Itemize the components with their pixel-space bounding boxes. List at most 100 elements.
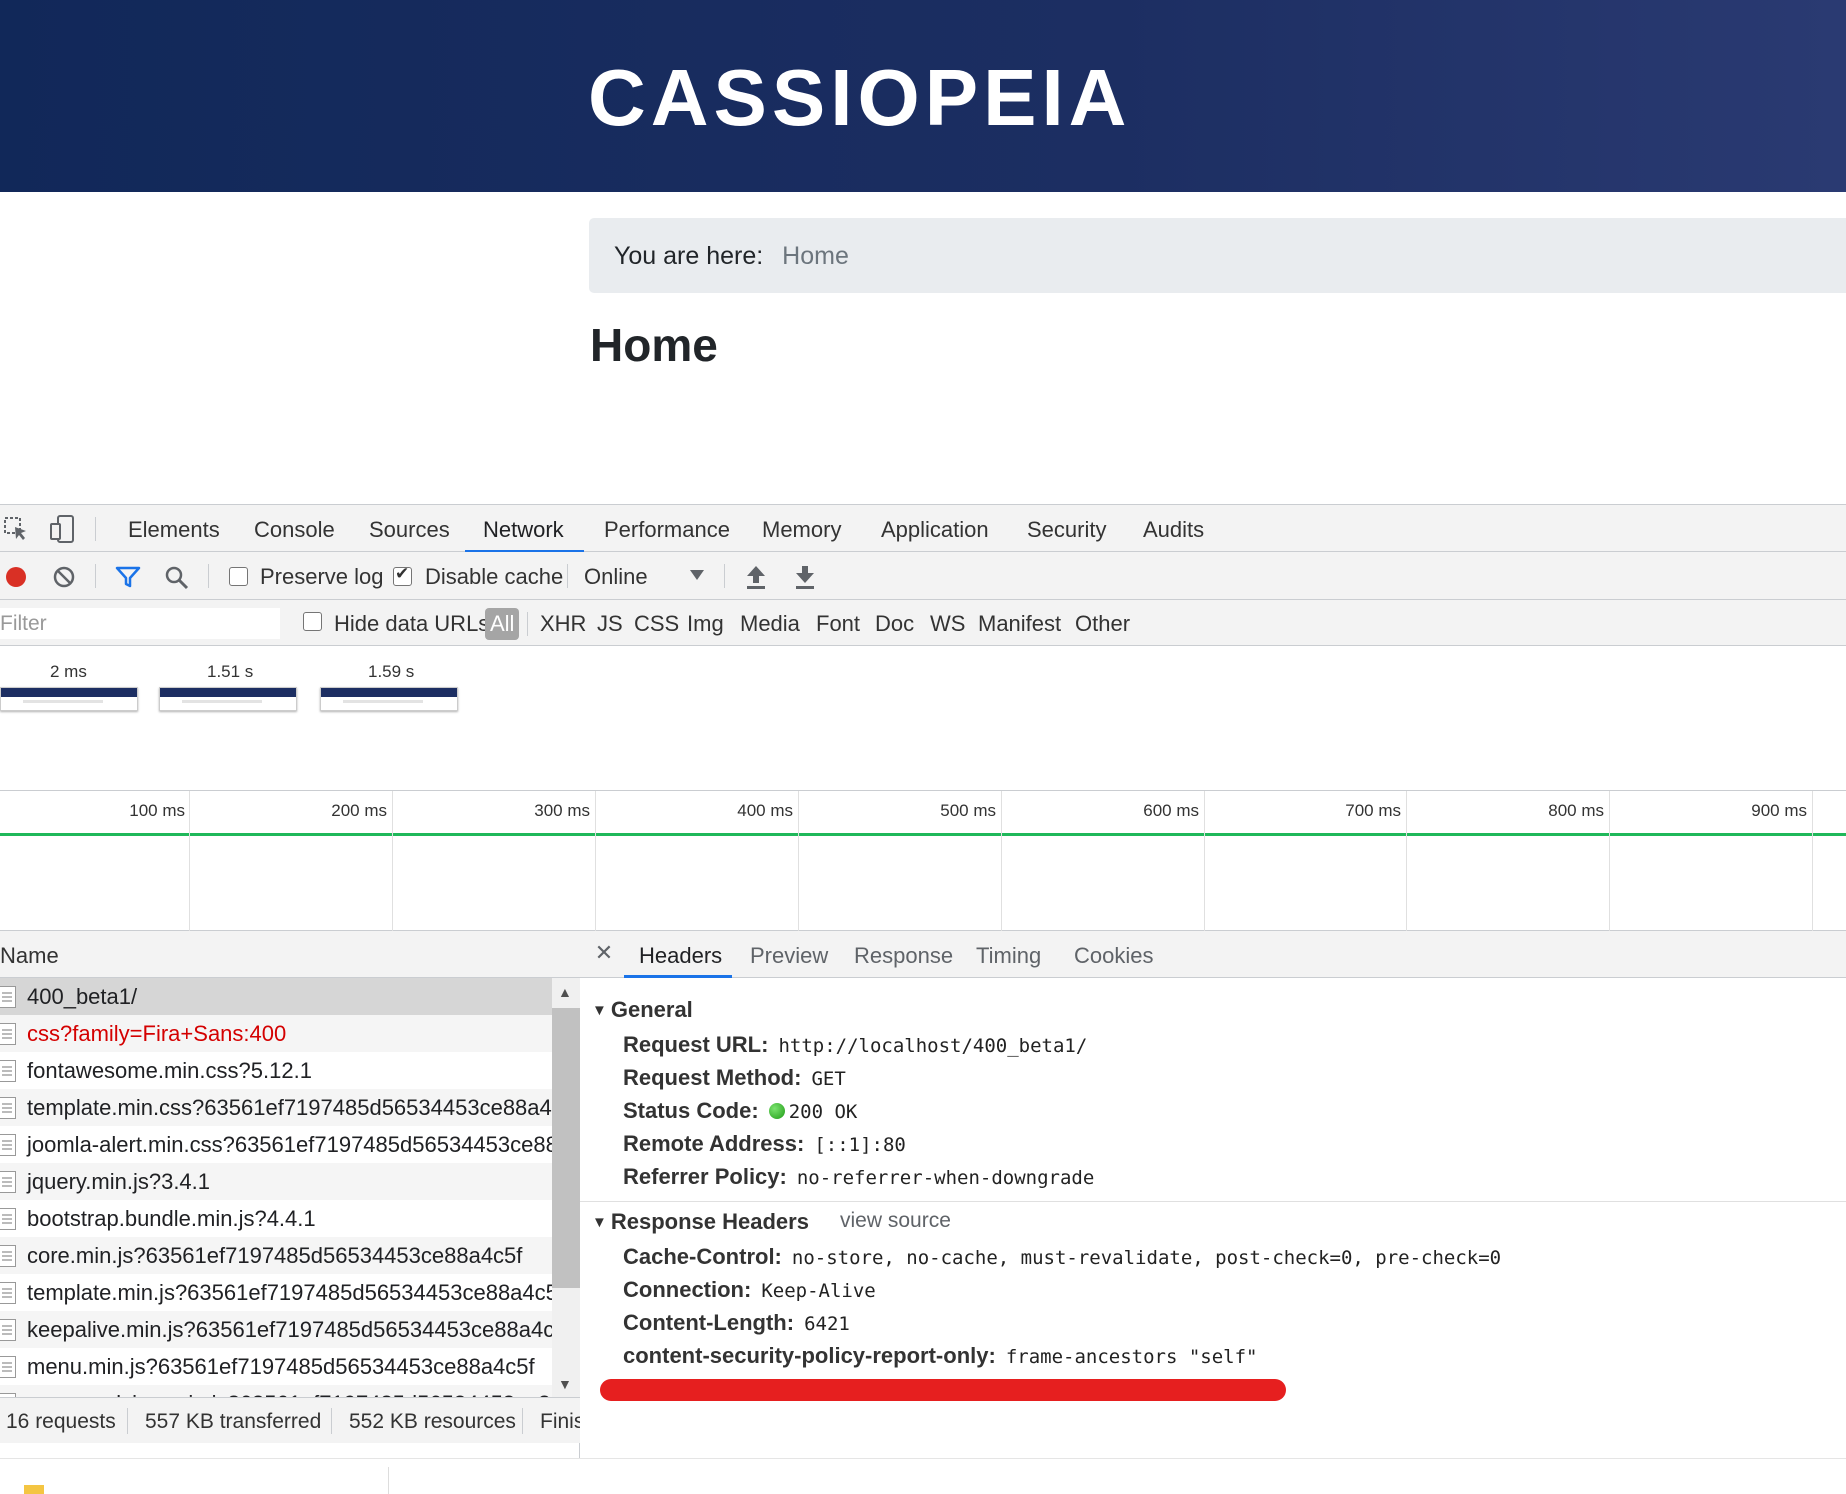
breadcrumb: You are here: Home	[589, 218, 1846, 293]
tab-headers[interactable]: Headers	[639, 943, 722, 969]
table-row[interactable]: joomla-alert.min.css?63561ef7197485d5653…	[0, 1126, 552, 1163]
table-row[interactable]: css?family=Fira+Sans:400	[0, 1015, 552, 1052]
header-row: Request URL: http://localhost/400_beta1/	[623, 1032, 1088, 1057]
breadcrumb-home-link[interactable]: Home	[782, 242, 849, 270]
detail-tab-bar: ✕ Headers Preview Response Timing Cookie…	[580, 931, 1846, 978]
request-list-scrollbar[interactable]: ▲ ▼	[552, 978, 580, 1397]
filmstrip-frame[interactable]	[320, 687, 458, 711]
timeline-overview[interactable]: 100 ms 200 ms 300 ms 400 ms 500 ms 600 m…	[0, 791, 1846, 931]
folder-icon[interactable]	[24, 1485, 44, 1494]
timeline-tick-label: 200 ms	[331, 801, 387, 820]
disable-cache-label: Disable cache	[425, 564, 564, 589]
preserve-log-checkbox[interactable]	[229, 567, 248, 586]
tab-console[interactable]: Console	[254, 517, 335, 543]
hide-data-urls-checkbox[interactable]	[303, 612, 322, 631]
record-icon[interactable]	[4, 565, 28, 589]
type-filter-img[interactable]: Img	[687, 611, 724, 637]
scrollbar-thumb[interactable]	[552, 1008, 580, 1288]
view-source-link[interactable]: view source	[840, 1209, 951, 1233]
search-icon[interactable]	[164, 565, 190, 591]
type-filter-xhr[interactable]: XHR	[540, 611, 586, 637]
header-row: Connection: Keep-Alive	[623, 1277, 876, 1302]
type-filter-other[interactable]: Other	[1075, 611, 1130, 637]
general-section-toggle[interactable]: ▼ General	[592, 997, 693, 1023]
type-filter-all[interactable]: All	[485, 608, 520, 640]
document-icon	[0, 986, 16, 1008]
filter-icon[interactable]	[115, 565, 141, 589]
table-row[interactable]: fontawesome.min.css?5.12.1	[0, 1052, 552, 1089]
scroll-up-icon[interactable]: ▲	[558, 984, 572, 1000]
site-header: CASSIOPEIA	[0, 0, 1846, 192]
type-filter-manifest[interactable]: Manifest	[978, 611, 1061, 637]
tab-timing[interactable]: Timing	[976, 943, 1041, 969]
tab-sources[interactable]: Sources	[369, 517, 450, 543]
disable-cache-checkbox[interactable]	[393, 564, 412, 586]
table-row[interactable]: core.min.js?63561ef7197485d56534453ce88a…	[0, 1237, 552, 1274]
filmstrip: 2 ms 1.51 s 1.59 s	[0, 647, 1846, 791]
filmstrip-frame[interactable]	[0, 687, 138, 711]
taskbar	[0, 1458, 1846, 1494]
timeline-tick-label: 900 ms	[1751, 801, 1807, 820]
clear-icon[interactable]	[52, 565, 76, 589]
timeline-tick-label: 700 ms	[1345, 801, 1401, 820]
document-icon	[0, 1097, 16, 1119]
table-row[interactable]: 400_beta1/	[0, 978, 552, 1015]
tab-memory[interactable]: Memory	[762, 517, 841, 543]
network-toolbar: Preserve log Disable cache Online	[0, 552, 1846, 600]
separator	[95, 517, 96, 541]
tab-application[interactable]: Application	[881, 517, 989, 543]
timeline-tick-label: 400 ms	[737, 801, 793, 820]
tab-security[interactable]: Security	[1027, 517, 1106, 543]
table-row[interactable]: menu.min.js?63561ef7197485d56534453ce88a…	[0, 1348, 552, 1385]
export-har-icon[interactable]	[793, 564, 817, 590]
tab-audits[interactable]: Audits	[1143, 517, 1204, 543]
type-filter-doc[interactable]: Doc	[875, 611, 914, 637]
request-list-header: Name	[0, 931, 580, 978]
filter-input[interactable]	[0, 608, 280, 639]
network-summary-bar: 16 requests 557 KB transferred 552 KB re…	[0, 1397, 580, 1443]
timeline-gridline	[392, 791, 393, 931]
separator	[522, 1408, 523, 1434]
tab-network[interactable]: Network	[483, 517, 564, 543]
type-filter-js[interactable]: JS	[597, 611, 623, 637]
timeline-gridline	[189, 791, 190, 931]
type-filter-css[interactable]: CSS	[634, 611, 679, 637]
timeline-gridline	[798, 791, 799, 931]
tab-elements[interactable]: Elements	[128, 517, 220, 543]
timeline-tick-label: 800 ms	[1548, 801, 1604, 820]
name-column-header[interactable]: Name	[0, 943, 59, 969]
active-tab-indicator	[624, 975, 732, 978]
response-headers-section-toggle[interactable]: ▼ Response Headers	[592, 1209, 809, 1235]
tab-performance[interactable]: Performance	[604, 517, 730, 543]
timeline-tick-label: 500 ms	[940, 801, 996, 820]
table-row[interactable]: template.min.js?63561ef7197485d56534453c…	[0, 1274, 552, 1311]
device-toolbar-icon[interactable]	[48, 515, 76, 543]
tab-response[interactable]: Response	[854, 943, 953, 969]
tab-preview[interactable]: Preview	[750, 943, 828, 969]
triangle-down-icon: ▼	[592, 1002, 607, 1019]
type-filter-media[interactable]: Media	[740, 611, 800, 637]
filmstrip-frame[interactable]	[159, 687, 297, 711]
inspect-element-icon[interactable]	[2, 515, 30, 543]
type-filter-font[interactable]: Font	[816, 611, 860, 637]
throttling-select[interactable]: Online	[584, 564, 648, 590]
separator	[95, 564, 96, 588]
transferred-size: 557 KB transferred	[145, 1410, 322, 1433]
table-row[interactable]: bootstrap.bundle.min.js?4.4.1	[0, 1200, 552, 1237]
tab-cookies[interactable]: Cookies	[1074, 943, 1153, 969]
header-row: content-security-policy-report-only: fram…	[623, 1343, 1258, 1368]
type-filter-ws[interactable]: WS	[930, 611, 965, 637]
chevron-down-icon[interactable]	[688, 566, 706, 584]
table-row[interactable]: keepalive.min.js?63561ef7197485d56534453…	[0, 1311, 552, 1348]
table-row[interactable]: passwordview.min.js?63561ef7197485d56534…	[0, 1385, 552, 1397]
table-row[interactable]: template.min.css?63561ef7197485d56534453…	[0, 1089, 552, 1126]
document-icon	[0, 1171, 16, 1193]
header-row: Content-Length: 6421	[623, 1310, 850, 1335]
close-icon[interactable]: ✕	[594, 940, 614, 965]
import-har-icon[interactable]	[744, 564, 768, 590]
timeline-gridline	[1406, 791, 1407, 931]
header-row: Request Method: GET	[623, 1065, 846, 1090]
scroll-down-icon[interactable]: ▼	[558, 1376, 572, 1392]
table-row[interactable]: jquery.min.js?3.4.1	[0, 1163, 552, 1200]
site-title[interactable]: CASSIOPEIA	[588, 52, 1131, 144]
